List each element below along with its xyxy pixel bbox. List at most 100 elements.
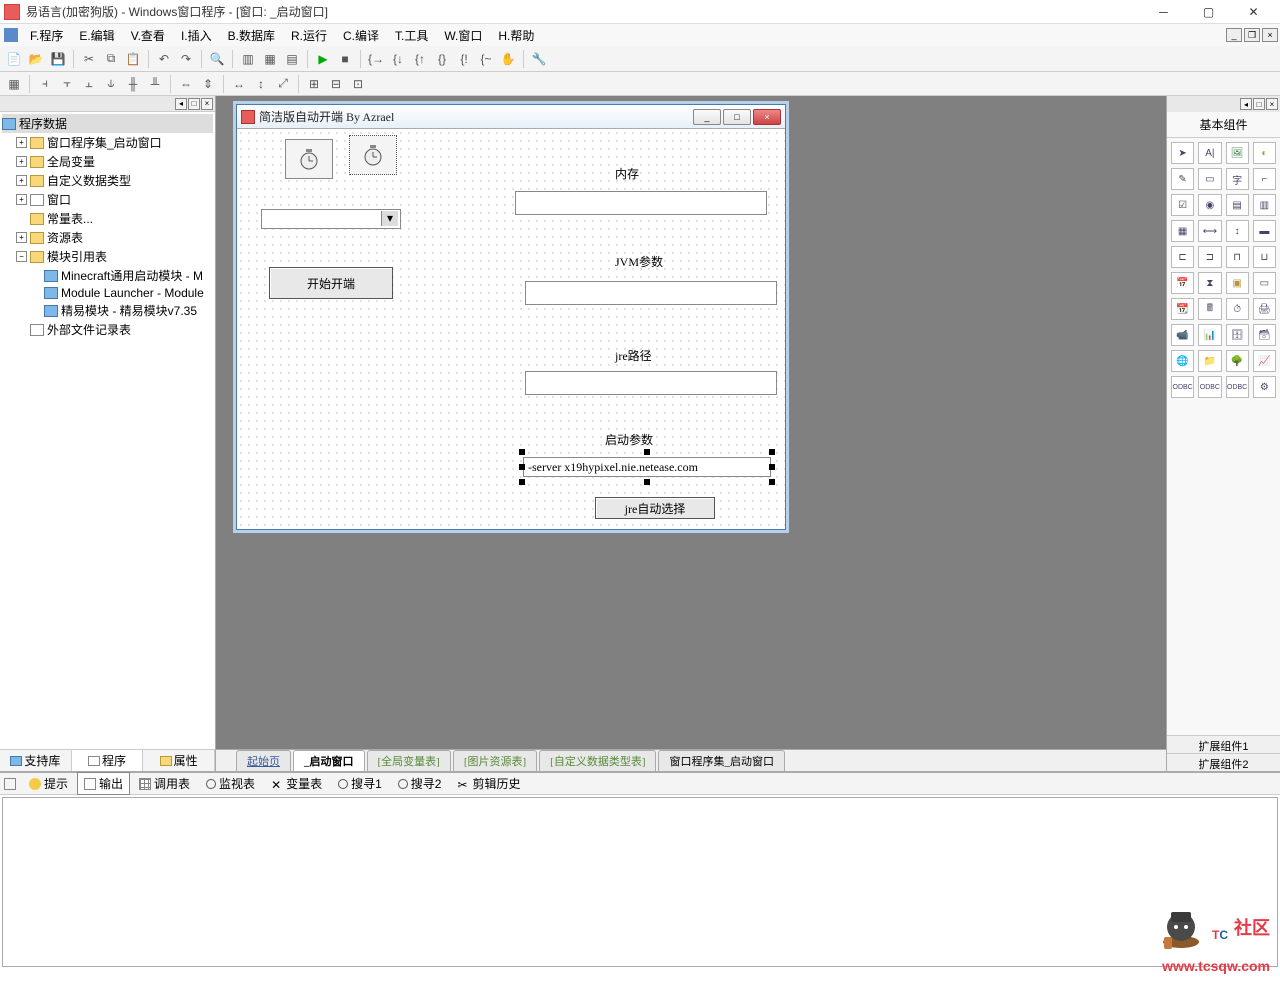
pointer-tool-icon[interactable]: ➤ <box>1171 142 1194 164</box>
chart-tool-icon[interactable]: 📈 <box>1253 350 1276 372</box>
date-tool-icon[interactable]: 📅 <box>1171 272 1194 294</box>
step2-icon[interactable]: {↓ <box>388 49 408 69</box>
resize-handle[interactable] <box>519 479 525 485</box>
menu-run[interactable]: R.运行 <box>283 25 335 46</box>
undo-icon[interactable]: ↶ <box>154 49 174 69</box>
menu-compile[interactable]: C.编译 <box>335 25 387 46</box>
mdi-min-button[interactable]: _ <box>1226 28 1242 42</box>
odbc1-tool-icon[interactable]: ODBC <box>1171 376 1194 398</box>
net-tool-icon[interactable]: 🌐 <box>1171 350 1194 372</box>
rp-pin-icon[interactable]: ◂ <box>1240 98 1252 110</box>
menu-window[interactable]: W.窗口 <box>436 25 490 46</box>
db1-tool-icon[interactable]: 🗄 <box>1226 324 1249 346</box>
tree-node-mod-jingyi[interactable]: 精易模块 - 精易模块v7.35 <box>2 301 213 320</box>
file-tool-icon[interactable]: 📁 <box>1198 350 1221 372</box>
close-button[interactable]: ✕ <box>1231 1 1276 23</box>
menu-view[interactable]: V.查看 <box>123 25 173 46</box>
menu-program[interactable]: F.程序 <box>22 25 71 46</box>
align-mid-icon[interactable]: ╫ <box>123 74 143 94</box>
edit-tool-icon[interactable]: ✎ <box>1171 168 1194 190</box>
dist-h-icon[interactable]: ⇔ <box>176 74 196 94</box>
resize-handle[interactable] <box>769 449 775 455</box>
step3-icon[interactable]: {↑ <box>410 49 430 69</box>
textbox-memory[interactable] <box>515 191 767 215</box>
tab-cliphistory[interactable]: ✂剪辑历史 <box>450 772 527 795</box>
tree-node-modules[interactable]: −模块引用表 <box>2 247 213 266</box>
find-icon[interactable]: 🔍 <box>207 49 227 69</box>
jre-auto-button[interactable]: jre自动选择 <box>595 497 715 519</box>
start-button[interactable]: 开始开端 <box>269 267 393 299</box>
paste-icon[interactable]: 📋 <box>123 49 143 69</box>
vscroll-tool-icon[interactable]: ⊓ <box>1226 246 1249 268</box>
form-body[interactable]: 开始开端 内存 JVM参数 jre路径 启动参数 -server x19hypi… <box>237 129 785 529</box>
tab-winset[interactable]: 窗口程序集_启动窗口 <box>658 750 785 771</box>
menu-tools[interactable]: T.工具 <box>387 25 436 46</box>
tab-program[interactable]: 程序 <box>72 750 144 771</box>
tab-output[interactable]: 输出 <box>77 772 130 795</box>
combo-tool-icon[interactable]: ▥ <box>1253 194 1276 216</box>
check-tool-icon[interactable]: ☑ <box>1171 194 1194 216</box>
media-tool-icon[interactable]: 📹 <box>1171 324 1194 346</box>
left-close-icon[interactable]: × <box>201 98 213 110</box>
tab-hint[interactable]: 提示 <box>22 772 75 795</box>
step1-icon[interactable]: {→ <box>366 49 386 69</box>
textbox-jvm[interactable] <box>525 281 777 305</box>
resize-handle[interactable] <box>519 464 525 470</box>
step4-icon[interactable]: {} <box>432 49 452 69</box>
redo-icon[interactable]: ↷ <box>176 49 196 69</box>
mdi-max-button[interactable]: ❐ <box>1244 28 1260 42</box>
size-wh-icon[interactable]: ⤢ <box>273 74 293 94</box>
textbox-launch[interactable]: -server x19hypixel.nie.netease.com <box>523 457 771 477</box>
tree-node-types[interactable]: +自定义数据类型 <box>2 171 213 190</box>
clock1-control[interactable] <box>285 139 333 179</box>
tree-node-window[interactable]: +窗口 <box>2 190 213 209</box>
mdi-close-button[interactable]: × <box>1262 28 1278 42</box>
expand-icon[interactable]: + <box>16 194 27 205</box>
progress-tool-icon[interactable]: ▬ <box>1253 220 1276 242</box>
report-tool-icon[interactable]: 📊 <box>1198 324 1221 346</box>
combo-control[interactable] <box>261 209 401 229</box>
panel-tool-icon[interactable]: ▭ <box>1198 168 1221 190</box>
expand-icon[interactable]: + <box>16 137 27 148</box>
odbc3-tool-icon[interactable]: ODBC <box>1226 376 1249 398</box>
left-max-icon[interactable]: □ <box>188 98 200 110</box>
step6-icon[interactable]: {~ <box>476 49 496 69</box>
tree-node-globals[interactable]: +全局变量 <box>2 152 213 171</box>
picture-tool-icon[interactable]: 🖼 <box>1226 142 1249 164</box>
expand-icon[interactable]: + <box>16 232 27 243</box>
align-top-icon[interactable]: ⫝ <box>101 74 121 94</box>
tree-node-winset[interactable]: +窗口程序集_启动窗口 <box>2 133 213 152</box>
stop-icon[interactable]: ■ <box>335 49 355 69</box>
align-right-icon[interactable]: ⫠ <box>79 74 99 94</box>
resize-handle[interactable] <box>769 464 775 470</box>
tree-tool-icon[interactable]: ▣ <box>1226 272 1249 294</box>
grid-tool-icon[interactable]: ▦ <box>1171 220 1194 242</box>
designer-canvas[interactable]: 简洁版自动开端 By Azrael _ □ × 开始开 <box>216 96 1166 771</box>
tab-vars[interactable]: ✕变量表 <box>264 772 329 795</box>
line-tool-icon[interactable]: ⌐ <box>1253 168 1276 190</box>
tab-ext2[interactable]: 扩展组件2 <box>1167 753 1280 771</box>
resize-handle[interactable] <box>769 479 775 485</box>
form-close-button[interactable]: × <box>753 109 781 125</box>
tree-node-mod-mc[interactable]: Minecraft通用启动模块 - M <box>2 266 213 285</box>
tree-node-mod-launcher[interactable]: Module Launcher - Module <box>2 285 213 301</box>
form-min-button[interactable]: _ <box>693 109 721 125</box>
size-h-icon[interactable]: ↕ <box>251 74 271 94</box>
align-bot-icon[interactable]: ╨ <box>145 74 165 94</box>
tab-search2[interactable]: 搜寻2 <box>391 772 449 795</box>
time-tool-icon[interactable]: ⧗ <box>1198 272 1221 294</box>
rp-max-icon[interactable]: □ <box>1253 98 1265 110</box>
shape-tool-icon[interactable]: ◐ <box>1253 142 1276 164</box>
hscroll-tool-icon[interactable]: ⊔ <box>1253 246 1276 268</box>
scroll-tool-icon[interactable]: ↕ <box>1226 220 1249 242</box>
tab-startwindow[interactable]: _启动窗口 <box>293 750 365 771</box>
resize-handle[interactable] <box>519 449 525 455</box>
menu-insert[interactable]: I.插入 <box>173 25 220 46</box>
form-max-button[interactable]: □ <box>723 109 751 125</box>
status-tool-icon[interactable]: ▭ <box>1253 272 1276 294</box>
odbc2-tool-icon[interactable]: ODBC <box>1198 376 1221 398</box>
tree-node-const[interactable]: 常量表... <box>2 209 213 228</box>
layout1-icon[interactable]: ▥ <box>238 49 258 69</box>
tree-node-extfiles[interactable]: 外部文件记录表 <box>2 320 213 339</box>
resize-handle[interactable] <box>644 479 650 485</box>
